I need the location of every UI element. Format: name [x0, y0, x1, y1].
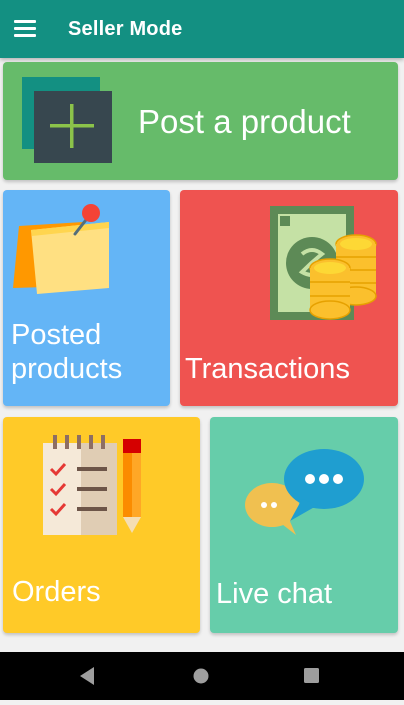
- hamburger-menu-icon[interactable]: [14, 20, 36, 38]
- posted-products-label: Posted products: [11, 318, 122, 386]
- transactions-tile[interactable]: Transactions: [180, 190, 398, 406]
- back-triangle-icon[interactable]: [58, 652, 118, 700]
- recents-square-icon[interactable]: [282, 652, 342, 700]
- post-product-label: Post a product: [138, 103, 351, 140]
- posted-products-label-line1: Posted: [11, 319, 102, 351]
- orders-tile[interactable]: Orders: [3, 417, 200, 633]
- live-chat-tile[interactable]: Live chat: [210, 417, 398, 633]
- system-nav-bar: [0, 652, 404, 700]
- live-chat-label: Live chat: [216, 578, 333, 610]
- posted-products-label-line2: products: [11, 353, 123, 385]
- money-coins-icon: [268, 204, 380, 326]
- transactions-label: Transactions: [185, 353, 350, 385]
- app-bar: Seller Mode: [0, 0, 404, 58]
- chat-bubbles-icon: [244, 447, 366, 537]
- post-product-tile[interactable]: Post a product: [3, 62, 398, 180]
- checklist-icon: [43, 433, 147, 537]
- add-product-icon: [22, 77, 114, 165]
- sticky-note-icon: [11, 202, 115, 302]
- posted-products-tile[interactable]: Posted products: [3, 190, 170, 406]
- page-title: Seller Mode: [68, 18, 183, 40]
- orders-label: Orders: [12, 576, 101, 608]
- home-circle-icon[interactable]: [171, 652, 231, 700]
